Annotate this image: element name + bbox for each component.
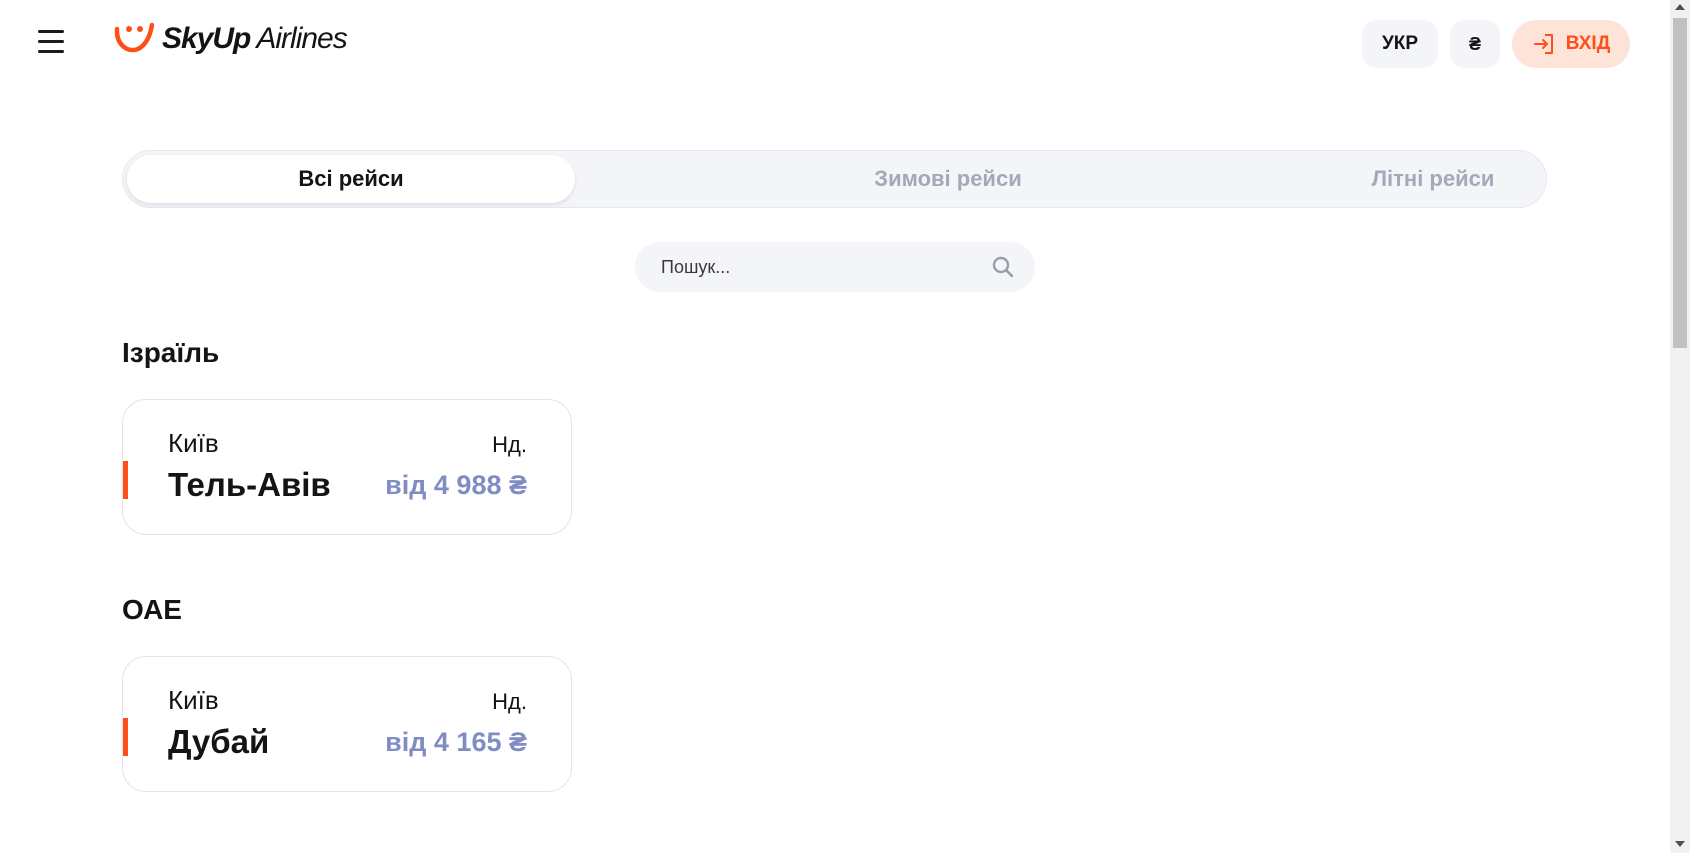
scroll-up-arrow-icon[interactable] [1675,4,1685,10]
route-day: Нд. [492,689,527,714]
route-accent [123,461,128,499]
route-origin: Київ [168,428,219,458]
currency-label: ₴ [1468,33,1481,54]
login-icon [1533,34,1553,54]
route-accent [123,718,128,756]
search-icon[interactable] [991,255,1015,279]
page: SkyUp Airlines УКР ₴ ВХІД Всі рейси Зимов… [0,0,1690,853]
menu-icon[interactable] [38,30,64,53]
scrollbar[interactable] [1670,0,1690,853]
route-price: від 4 988 ₴ [385,470,527,500]
scrollbar-thumb[interactable] [1673,18,1687,348]
season-tabs: Всі рейси Зимові рейси Літні рейси [122,150,1547,208]
tab-winter-flights[interactable]: Зимові рейси [723,155,1173,203]
login-button[interactable]: ВХІД [1512,20,1630,68]
login-label: ВХІД [1565,33,1611,54]
route-destination: Тель-Авів [168,466,331,503]
route-price: від 4 165 ₴ [385,727,527,757]
logo[interactable]: SkyUp Airlines [112,14,348,64]
search-box [635,242,1035,292]
scroll-down-arrow-icon[interactable] [1675,841,1685,847]
route-card[interactable]: Київ Дубай Нд. від 4 165 ₴ [122,656,572,792]
route-day: Нд. [492,432,527,457]
country-heading: ОАЕ [122,594,182,625]
currency-button[interactable]: ₴ [1450,20,1500,68]
route-origin: Київ [168,685,219,715]
tab-all-flights[interactable]: Всі рейси [127,155,575,203]
route-destination: Дубай [168,723,270,760]
route-card[interactable]: Київ Тель-Авів Нд. від 4 988 ₴ [122,399,572,535]
skyup-logo-icon [114,22,155,53]
country-heading: Ізраїль [122,337,220,368]
language-button[interactable]: УКР [1362,20,1438,68]
logo-suffix: Airlines [256,22,347,55]
tab-summer-flights[interactable]: Літні рейси [1208,155,1658,203]
logo-brand: SkyUp [162,22,251,55]
search-input[interactable] [635,242,955,292]
language-label: УКР [1381,33,1419,54]
